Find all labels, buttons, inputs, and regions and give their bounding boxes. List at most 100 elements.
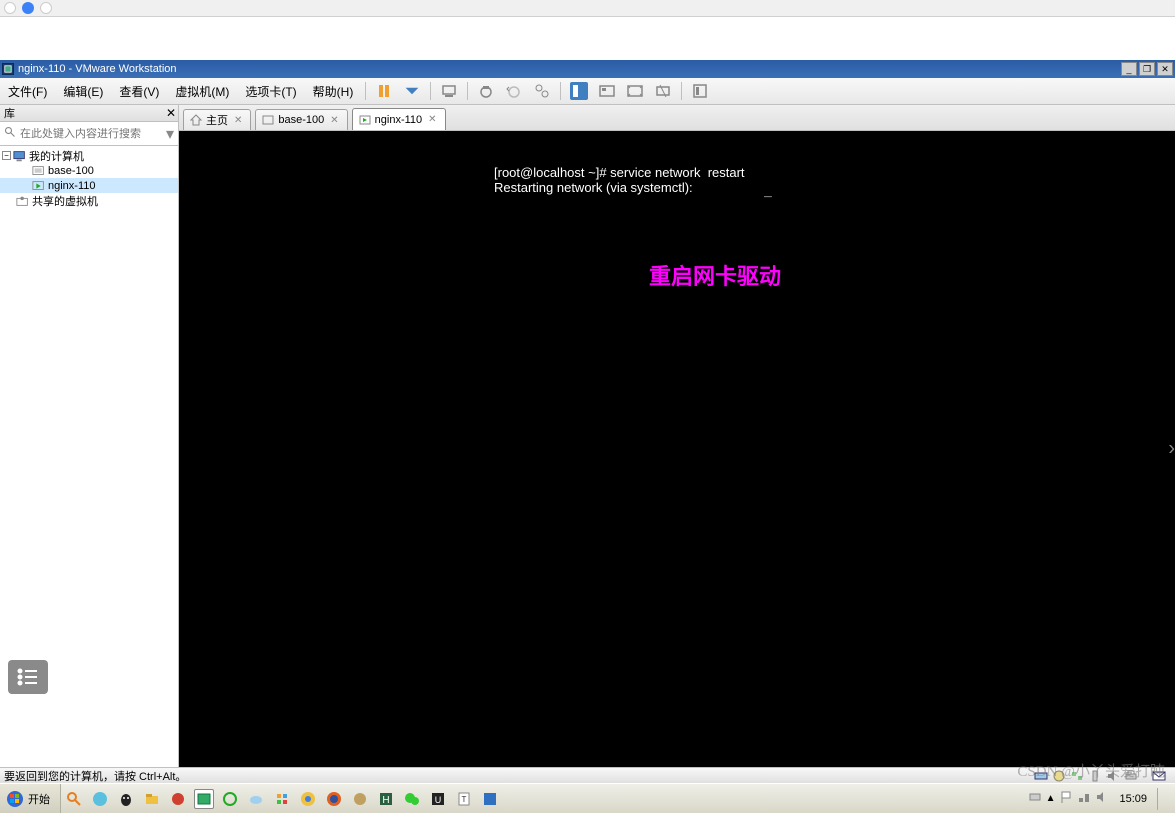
- taskbar-app-red[interactable]: [168, 789, 188, 809]
- taskbar-app-unity[interactable]: U: [428, 789, 448, 809]
- window-titlebar[interactable]: nginx-110 - VMware Workstation _ ❐ ✕: [0, 60, 1175, 78]
- next-nav-icon[interactable]: ›: [1168, 438, 1175, 461]
- circle-icon: [40, 2, 52, 14]
- send-ctrl-alt-del-icon[interactable]: [440, 82, 458, 100]
- main-area: 主页 ✕ base-100 ✕ nginx-110 ✕ [root@localh…: [179, 105, 1175, 767]
- taskbar-app-hbuilder[interactable]: H: [376, 789, 396, 809]
- thumbnail-icon[interactable]: [598, 82, 616, 100]
- tab-home[interactable]: 主页 ✕: [183, 109, 251, 130]
- tree-item-row[interactable]: base-100: [0, 163, 178, 178]
- tree-shared-row[interactable]: 共享的虚拟机: [0, 193, 178, 208]
- menu-edit[interactable]: 编辑(E): [55, 78, 111, 104]
- window-title: nginx-110 - VMware Workstation: [18, 63, 1119, 75]
- sidebar-search-input[interactable]: [20, 128, 162, 140]
- vm-running-icon: [359, 114, 371, 126]
- vm-console[interactable]: [root@localhost ~]# service network rest…: [179, 131, 1175, 767]
- status-text: 要返回到您的计算机，请按 Ctrl+Alt。: [4, 768, 186, 784]
- taskbar-app-chrome[interactable]: [298, 789, 318, 809]
- taskbar-app-vmware[interactable]: [194, 789, 214, 809]
- tree-shared-label: 共享的虚拟机: [32, 193, 98, 209]
- shared-icon: [16, 195, 30, 207]
- tab-label: base-100: [278, 114, 324, 126]
- tray-clock[interactable]: 15:09: [1113, 793, 1153, 805]
- hdd-icon[interactable]: [1033, 769, 1049, 783]
- maximize-button[interactable]: ❐: [1139, 62, 1155, 76]
- browser-top-strip: [0, 0, 1175, 17]
- sidebar-close-button[interactable]: ✕: [164, 106, 178, 120]
- menu-file[interactable]: 文件(F): [0, 78, 55, 104]
- menu-tabs[interactable]: 选项卡(T): [237, 78, 304, 104]
- tree-root-row[interactable]: − 我的计算机: [0, 148, 178, 163]
- stretch-icon[interactable]: [654, 82, 672, 100]
- menubar: 文件(F) 编辑(E) 查看(V) 虚拟机(M) 选项卡(T) 帮助(H): [0, 78, 1175, 105]
- taskbar-app-cloud[interactable]: [246, 789, 266, 809]
- svg-text:H: H: [382, 795, 389, 806]
- console-cursor: _: [764, 183, 772, 198]
- tray-printer-icon[interactable]: [1028, 790, 1042, 807]
- search-dropdown-icon[interactable]: ▾: [166, 124, 174, 144]
- pause-icon[interactable]: [375, 82, 393, 100]
- taskbar-app-generic2[interactable]: [350, 789, 370, 809]
- tray-flag-icon[interactable]: [1059, 790, 1073, 807]
- circle-icon: [4, 2, 16, 14]
- tree-item-label: nginx-110: [48, 180, 96, 192]
- svg-text:U: U: [435, 795, 442, 805]
- taskbar-app-wechat[interactable]: [402, 789, 422, 809]
- sidebar-header: 库 ✕: [0, 105, 178, 122]
- menu-help[interactable]: 帮助(H): [305, 78, 362, 104]
- tab-close-icon[interactable]: ✕: [328, 115, 340, 126]
- tab-close-icon[interactable]: ✕: [426, 114, 438, 125]
- fullscreen-icon[interactable]: [626, 82, 644, 100]
- tree-item-row[interactable]: nginx-110: [0, 178, 178, 193]
- windows-taskbar[interactable]: 开始 H U T ▲ 15:09: [0, 783, 1175, 813]
- taskbar-app-360[interactable]: [220, 789, 240, 809]
- outer-gap: [0, 17, 1175, 60]
- tab-base-100[interactable]: base-100 ✕: [255, 109, 347, 130]
- minimize-button[interactable]: _: [1121, 62, 1137, 76]
- tab-nginx-110[interactable]: nginx-110 ✕: [352, 108, 446, 130]
- taskbar-app-search[interactable]: [64, 789, 84, 809]
- tray-up-icon[interactable]: ▲: [1046, 793, 1056, 804]
- taskbar-app-qq[interactable]: [116, 789, 136, 809]
- taskbar-app-generic[interactable]: [272, 789, 292, 809]
- sidebar-search-row: ▾: [0, 122, 178, 146]
- computer-icon: [13, 150, 27, 162]
- cd-icon[interactable]: [1051, 769, 1067, 783]
- taskbar-app-firefox[interactable]: [324, 789, 344, 809]
- toc-button[interactable]: [8, 660, 48, 694]
- message-icon[interactable]: [1151, 769, 1167, 783]
- taskbar-app-folder[interactable]: [142, 789, 162, 809]
- sound-icon[interactable]: [1105, 769, 1121, 783]
- vm-icon: [32, 165, 46, 177]
- dropdown-icon[interactable]: [403, 82, 421, 100]
- snapshot-manager-icon[interactable]: [533, 82, 551, 100]
- status-tray: [1033, 769, 1175, 783]
- printer-icon[interactable]: [1123, 769, 1139, 783]
- home-icon: [190, 114, 202, 126]
- menu-vm[interactable]: 虚拟机(M): [167, 78, 237, 104]
- snapshot-icon[interactable]: [477, 82, 495, 100]
- tab-label: nginx-110: [375, 114, 423, 126]
- menu-view[interactable]: 查看(V): [111, 78, 167, 104]
- taskbar-app-text[interactable]: T: [454, 789, 474, 809]
- snapshot-revert-icon[interactable]: [505, 82, 523, 100]
- tab-close-icon[interactable]: ✕: [232, 115, 244, 126]
- close-button[interactable]: ✕: [1157, 62, 1173, 76]
- vmware-statusbar: 要返回到您的计算机，请按 Ctrl+Alt。: [0, 767, 1175, 783]
- taskbar-app-browser[interactable]: [90, 789, 110, 809]
- start-label: 开始: [28, 791, 50, 807]
- unity-icon[interactable]: [570, 82, 588, 100]
- network-icon[interactable]: [1069, 769, 1085, 783]
- taskbar-app-blue[interactable]: [480, 789, 500, 809]
- search-icon: [4, 125, 16, 143]
- console-output: [root@localhost ~]# service network rest…: [494, 166, 745, 196]
- tray-volume-icon[interactable]: [1095, 790, 1109, 807]
- library-icon[interactable]: [691, 82, 709, 100]
- annotation-text: 重启网卡驱动: [649, 259, 781, 291]
- show-desktop-button[interactable]: [1157, 788, 1167, 810]
- tray-network-icon[interactable]: [1077, 790, 1091, 807]
- start-button[interactable]: 开始: [0, 784, 61, 813]
- svg-text:T: T: [462, 795, 467, 804]
- collapse-icon[interactable]: −: [2, 151, 11, 160]
- usb-icon[interactable]: [1087, 769, 1103, 783]
